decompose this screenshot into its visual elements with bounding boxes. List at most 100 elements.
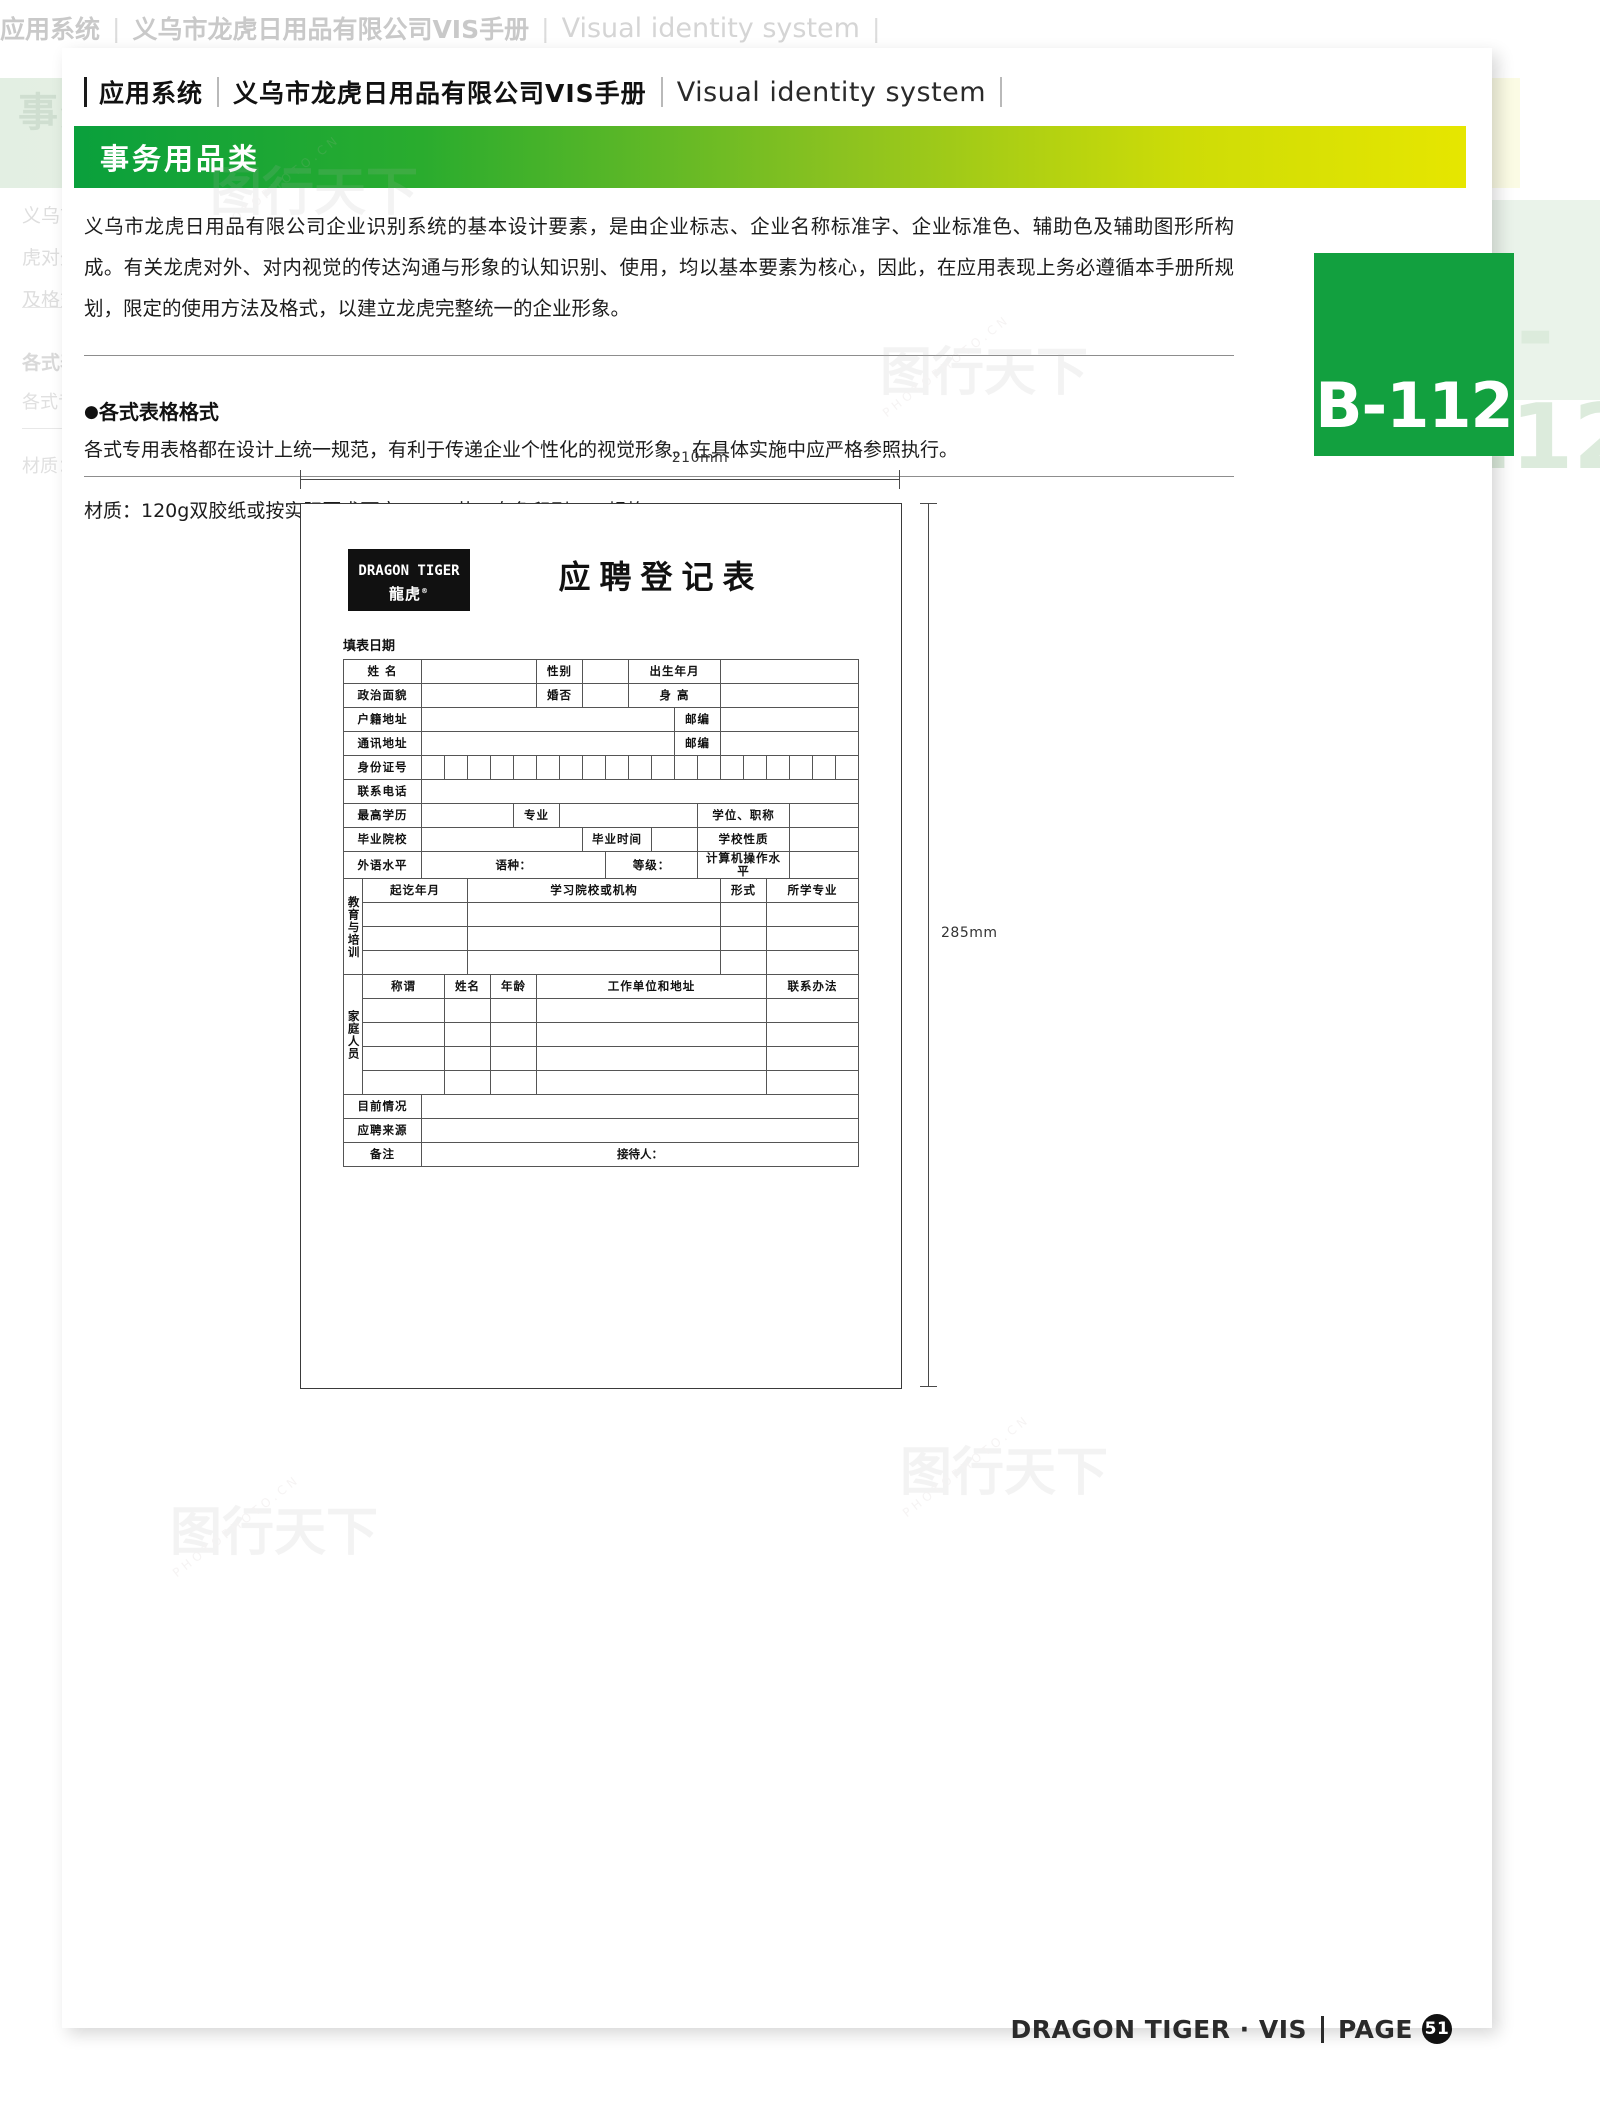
cell-family-name-4[interactable] [444, 1070, 492, 1096]
cell-value-source[interactable] [421, 1118, 860, 1144]
cell-label-language-level[interactable]: 等级： [605, 850, 699, 880]
cell-id-digit-12[interactable] [674, 755, 699, 780]
cell-id-digit-11[interactable] [651, 755, 676, 780]
cell-id-digit-15[interactable] [743, 755, 768, 780]
cell-id-digit-7[interactable] [559, 755, 584, 780]
cell-family-relation-1[interactable] [361, 998, 446, 1024]
cell-label-school-type: 学校性质 [697, 827, 791, 852]
breadcrumb-divider-1 [217, 77, 220, 107]
cell-id-digit-17[interactable] [789, 755, 814, 780]
cell-id-digit-16[interactable] [766, 755, 791, 780]
cell-edu-institution-3[interactable] [467, 950, 722, 976]
cell-family-age-4[interactable] [490, 1070, 538, 1096]
cell-value-marital[interactable] [582, 683, 630, 708]
cell-label-remarks: 备注 [342, 1142, 423, 1168]
cell-label-marital: 婚否 [536, 683, 584, 708]
cell-label-household-address: 户籍地址 [342, 707, 423, 732]
cell-family-workplace-2[interactable] [536, 1022, 768, 1048]
form-row-edu-training-2 [344, 926, 860, 952]
cell-id-digit-1[interactable] [421, 755, 446, 780]
cell-id-digit-6[interactable] [536, 755, 561, 780]
height-dimension-tick-bottom [920, 1386, 937, 1387]
cell-value-current-status[interactable] [421, 1094, 860, 1120]
ghost-breadcrumb: 应用系统 | 义乌市龙虎日用品有限公司VIS手册 | Visual identi… [0, 8, 1360, 48]
cell-family-relation-2[interactable] [361, 1022, 446, 1048]
cell-label-source: 应聘来源 [342, 1118, 423, 1144]
cell-family-name-1[interactable] [444, 998, 492, 1024]
ghost-breadcrumb-divider-3: | [871, 13, 881, 43]
cell-edu-form-2[interactable] [720, 926, 768, 952]
cell-value-highest-education[interactable] [421, 803, 515, 828]
form-row-education: 最高学历 专业 学位、职称 [342, 803, 860, 828]
cell-id-digit-2[interactable] [444, 755, 469, 780]
cell-label-period: 起讫年月 [361, 878, 469, 904]
cell-id-digit-19[interactable] [835, 755, 860, 780]
cell-family-contact-3[interactable] [766, 1046, 860, 1072]
cell-value-birth[interactable] [720, 659, 860, 684]
cell-id-digit-5[interactable] [513, 755, 538, 780]
cell-id-digit-18[interactable] [812, 755, 837, 780]
cell-value-graduation-time[interactable] [651, 827, 699, 852]
cell-family-relation-4[interactable] [361, 1070, 446, 1096]
cell-value-phone[interactable] [421, 779, 860, 804]
cell-label-graduation-time: 毕业时间 [582, 827, 653, 852]
cell-edu-period-2[interactable] [361, 926, 469, 952]
cell-value-household-address[interactable] [421, 707, 676, 732]
cell-id-digit-4[interactable] [490, 755, 515, 780]
cell-value-postcode-mailing[interactable] [720, 731, 860, 756]
cell-family-name-2[interactable] [444, 1022, 492, 1048]
form-row-political: 政治面貌 婚否 身 高 [342, 683, 860, 708]
cell-label-contact-method: 联系办法 [766, 974, 860, 1000]
ghost-breadcrumb-manual: 义乌市龙虎日用品有限公司VIS手册 [132, 15, 530, 44]
cell-label-family: 家庭人员 [343, 974, 363, 1096]
cell-value-political[interactable] [421, 683, 538, 708]
cell-edu-major-2[interactable] [766, 926, 860, 952]
cell-value-degree-title[interactable] [789, 803, 860, 828]
cell-id-digit-9[interactable] [605, 755, 630, 780]
cell-id-digit-13[interactable] [697, 755, 722, 780]
cell-edu-form-3[interactable] [720, 950, 768, 976]
cell-edu-form-1[interactable] [720, 902, 768, 928]
cell-family-contact-1[interactable] [766, 998, 860, 1024]
cell-value-computer-level[interactable] [789, 850, 860, 880]
cell-edu-major-1[interactable] [766, 902, 860, 928]
cell-label-language-kind[interactable]: 语种： [421, 850, 607, 880]
cell-family-workplace-4[interactable] [536, 1070, 768, 1096]
cell-id-digit-14[interactable] [720, 755, 745, 780]
cell-value-height[interactable] [720, 683, 860, 708]
cell-edu-institution-2[interactable] [467, 926, 722, 952]
cell-value-school-type[interactable] [789, 827, 860, 852]
cell-value-mailing-address[interactable] [421, 731, 676, 756]
cell-family-name-3[interactable] [444, 1046, 492, 1072]
ghost-breadcrumb-divider-1: | [112, 13, 121, 43]
cell-family-workplace-1[interactable] [536, 998, 768, 1024]
subsection-body: 各式专用表格都在设计上统一规范，有利于传递企业个性化的视觉形象。在具体实施中应严… [84, 439, 959, 461]
cell-family-workplace-3[interactable] [536, 1046, 768, 1072]
cell-id-digit-3[interactable] [467, 755, 492, 780]
cell-family-contact-4[interactable] [766, 1070, 860, 1096]
cell-family-relation-3[interactable] [361, 1046, 446, 1072]
cell-value-name[interactable] [421, 659, 538, 684]
cell-id-digit-10[interactable] [628, 755, 653, 780]
cell-id-digit-8[interactable] [582, 755, 607, 780]
cell-family-age-3[interactable] [490, 1046, 538, 1072]
cell-label-highest-education: 最高学历 [342, 803, 423, 828]
height-dimension-line [928, 503, 929, 1387]
cell-value-postcode-household[interactable] [720, 707, 860, 732]
cell-edu-institution-1[interactable] [467, 902, 722, 928]
cell-label-form: 形式 [720, 878, 768, 904]
cell-edu-period-1[interactable] [361, 902, 469, 928]
page-card: 应用系统 义乌市龙虎日用品有限公司VIS手册 Visual identity s… [62, 48, 1514, 2044]
intro-paragraph: 义乌市龙虎日用品有限公司企业识别系统的基本设计要素，是由企业标志、企业名称标准字… [84, 215, 1234, 320]
cell-value-school[interactable] [421, 827, 584, 852]
cell-value-remarks-receptionist[interactable]: 接待人： [421, 1142, 860, 1168]
cell-family-age-1[interactable] [490, 998, 538, 1024]
ghost-breadcrumb-latin: Visual identity system [561, 12, 860, 44]
form-row-remarks: 备注 接待人： [342, 1142, 860, 1168]
cell-family-contact-2[interactable] [766, 1022, 860, 1048]
cell-value-major[interactable] [559, 803, 699, 828]
cell-family-age-2[interactable] [490, 1022, 538, 1048]
cell-value-gender[interactable] [582, 659, 630, 684]
cell-edu-major-3[interactable] [766, 950, 860, 976]
cell-edu-period-3[interactable] [361, 950, 469, 976]
